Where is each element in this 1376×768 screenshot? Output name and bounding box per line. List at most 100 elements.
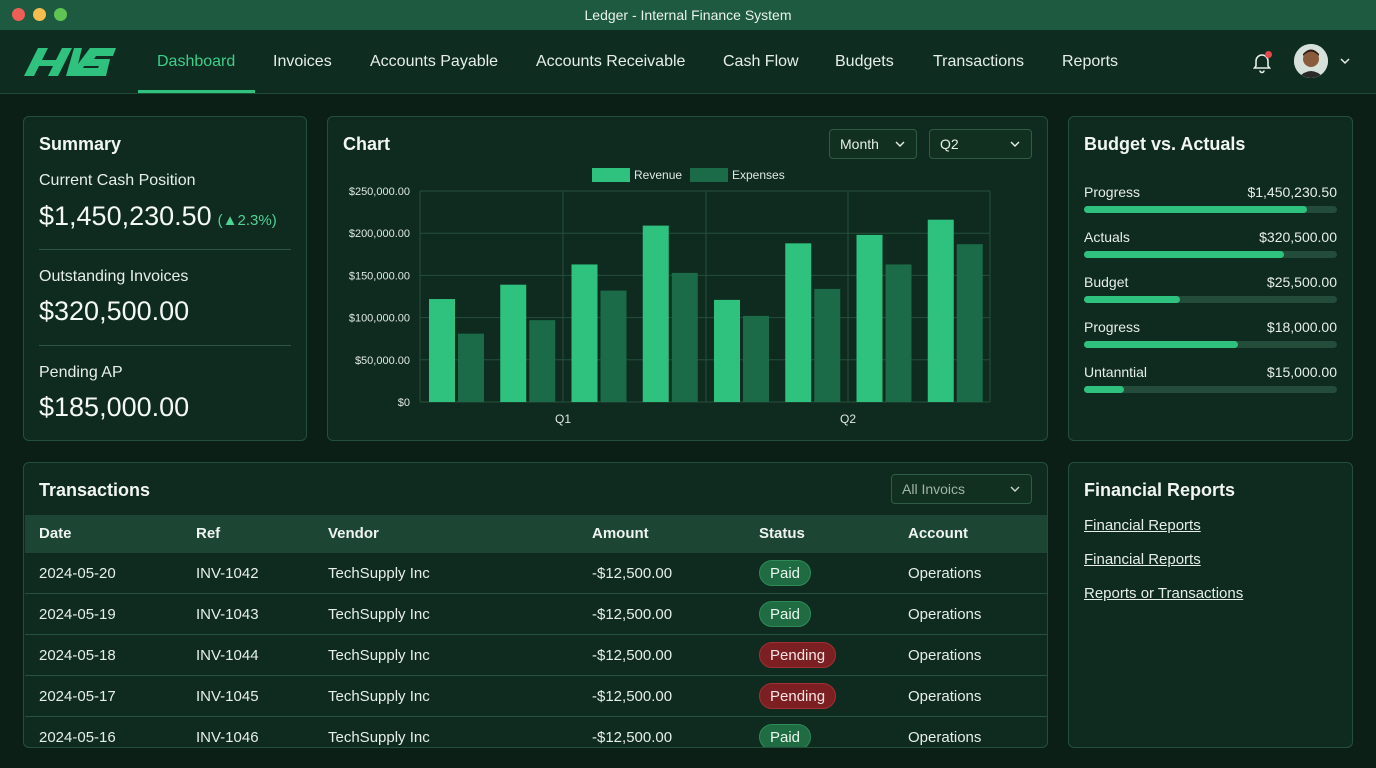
expenses-bar bbox=[956, 244, 983, 402]
maximize-window-button[interactable] bbox=[54, 8, 67, 21]
budget-progress-fill bbox=[1084, 206, 1307, 213]
expenses-bar bbox=[458, 333, 484, 402]
column-header-amount[interactable]: Amount bbox=[592, 515, 649, 553]
nav-item-reports[interactable]: Reports bbox=[1062, 30, 1118, 94]
table-row[interactable]: 2024-05-16 INV-1046 TechSupply Inc -$12,500… bbox=[25, 717, 1047, 747]
cell-vendor: TechSupply Inc bbox=[328, 688, 430, 705]
nav-item-invoices[interactable]: Invoices bbox=[273, 30, 332, 94]
budget-progress-bar bbox=[1084, 251, 1337, 258]
summary-panel: Summary Current Cash Position $1,450,230… bbox=[23, 116, 307, 441]
nav-item-cash-flow[interactable]: Cash Flow bbox=[723, 30, 799, 94]
table-row[interactable]: 2024-05-20 INV-1042 TechSupply Inc -$12,500… bbox=[25, 553, 1047, 594]
cell-vendor: TechSupply Inc bbox=[328, 565, 430, 582]
y-tick-label: $0 bbox=[398, 397, 410, 409]
cell-vendor: TechSupply Inc bbox=[328, 606, 430, 623]
revenue-bar bbox=[429, 299, 455, 402]
report-link[interactable]: Reports or Transactions bbox=[1084, 585, 1243, 602]
avatar[interactable] bbox=[1294, 44, 1328, 78]
chart-panel: Chart Month Q2 $0 $50,000.00 $100,000.00 $1… bbox=[327, 116, 1048, 441]
expenses-bar bbox=[743, 315, 769, 402]
nav-item-dashboard[interactable]: Dashboard bbox=[157, 30, 235, 94]
y-tick-label: $150,000.00 bbox=[349, 270, 410, 282]
top-nav: Dashboard Invoices Accounts Payable Acco… bbox=[0, 30, 1376, 94]
cash-change-badge: (▲2.3%) bbox=[217, 212, 277, 229]
report-link[interactable]: Financial Reports bbox=[1084, 517, 1201, 534]
cell-account: Operations bbox=[908, 565, 982, 582]
status-badge: Pending bbox=[759, 642, 837, 668]
status-badge: Paid bbox=[759, 601, 812, 627]
cell-account: Operations bbox=[908, 606, 982, 623]
revenue-bar bbox=[500, 284, 527, 402]
cash-position-amount: $1,450,230.50 bbox=[39, 201, 212, 231]
budget-progress-fill bbox=[1084, 386, 1125, 393]
cell-amount: -$12,500.00 bbox=[592, 688, 673, 705]
cell-amount: -$12,500.00 bbox=[592, 606, 673, 623]
outstanding-invoices-label: Outstanding Invoices bbox=[39, 268, 189, 285]
legend-swatch bbox=[592, 168, 630, 182]
report-link[interactable]: Financial Reports bbox=[1084, 551, 1201, 568]
column-header-date[interactable]: Date bbox=[39, 515, 72, 553]
minimize-window-button[interactable] bbox=[33, 8, 46, 21]
cell-date: 2024-05-19 bbox=[39, 606, 116, 623]
budget-row-value: $15,000.00 bbox=[1266, 364, 1337, 380]
revenue-bar bbox=[571, 264, 598, 402]
notification-dot bbox=[1265, 51, 1272, 58]
cash-position-label: Current Cash Position bbox=[39, 172, 196, 189]
nav-item-accounts-payable[interactable]: Accounts Payable bbox=[370, 30, 498, 94]
column-header-status[interactable]: Status bbox=[759, 515, 805, 553]
column-header-account[interactable]: Account bbox=[908, 515, 968, 553]
budget-row-label: Progress bbox=[1084, 319, 1141, 335]
cell-account: Operations bbox=[908, 729, 982, 746]
budget-panel: Budget vs. Actuals Progress $1,450,230.50… bbox=[1068, 116, 1353, 441]
app-logo[interactable] bbox=[22, 44, 118, 80]
window-controls bbox=[12, 8, 67, 21]
pending-ap-label: Pending AP bbox=[39, 364, 123, 381]
legend-label: Expenses bbox=[732, 168, 785, 182]
status-badge: Pending bbox=[759, 683, 837, 709]
table-row[interactable]: 2024-05-17 INV-1045 TechSupply Inc -$12,500… bbox=[25, 676, 1047, 717]
table-header: Date Ref Vendor Amount Status Account bbox=[25, 515, 1047, 553]
revenue-bar bbox=[927, 219, 954, 402]
expenses-bar bbox=[529, 320, 556, 402]
legend-label: Revenue bbox=[634, 168, 682, 182]
nav-item-budgets[interactable]: Budgets bbox=[835, 30, 894, 94]
column-header-ref[interactable]: Ref bbox=[196, 515, 220, 553]
nav-item-accounts-receivable[interactable]: Accounts Receivable bbox=[536, 30, 685, 94]
y-tick-label: $250,000.00 bbox=[349, 186, 410, 198]
table-row[interactable]: 2024-05-18 INV-1044 TechSupply Inc -$12,500… bbox=[25, 635, 1047, 676]
active-tab-indicator bbox=[138, 90, 255, 93]
chevron-down-icon[interactable] bbox=[1338, 54, 1352, 68]
x-tick-label: Q1 bbox=[555, 412, 571, 426]
status-badge: Paid bbox=[759, 560, 812, 586]
column-header-vendor[interactable]: Vendor bbox=[328, 515, 379, 553]
cell-date: 2024-05-17 bbox=[39, 688, 116, 705]
y-tick-label: $50,000.00 bbox=[355, 355, 410, 367]
x-tick-label: Q2 bbox=[840, 412, 856, 426]
budget-title: Budget vs. Actuals bbox=[1084, 134, 1246, 154]
cell-ref: INV-1045 bbox=[196, 688, 259, 705]
y-tick-label: $100,000.00 bbox=[349, 313, 410, 325]
table-row[interactable]: 2024-05-19 INV-1043 TechSupply Inc -$12,500… bbox=[25, 594, 1047, 635]
close-window-button[interactable] bbox=[12, 8, 25, 21]
budget-row-value: $18,000.00 bbox=[1266, 319, 1337, 335]
cell-vendor: TechSupply Inc bbox=[328, 729, 430, 746]
cell-date: 2024-05-16 bbox=[39, 729, 116, 746]
nav-item-transactions[interactable]: Transactions bbox=[933, 30, 1024, 94]
cell-date: 2024-05-20 bbox=[39, 565, 116, 582]
y-tick-label: $200,000.00 bbox=[349, 228, 410, 240]
outstanding-invoices-value: $320,500.00 bbox=[39, 296, 190, 326]
divider bbox=[39, 345, 291, 346]
budget-row-value: $1,450,230.50 bbox=[1247, 184, 1337, 200]
legend-swatch bbox=[690, 168, 728, 182]
cell-vendor: TechSupply Inc bbox=[328, 647, 430, 664]
expenses-bar bbox=[600, 290, 627, 402]
invoice-filter-select[interactable]: All Invoics bbox=[891, 474, 1032, 504]
status-badge: Paid bbox=[759, 724, 812, 747]
expenses-bar bbox=[885, 264, 912, 402]
budget-progress-fill bbox=[1084, 341, 1239, 348]
expenses-bar bbox=[671, 272, 698, 402]
revenue-bar bbox=[642, 225, 669, 402]
chevron-down-icon bbox=[1010, 486, 1020, 492]
budget-progress-bar bbox=[1084, 341, 1337, 348]
budget-row-label: Budget bbox=[1084, 274, 1129, 290]
